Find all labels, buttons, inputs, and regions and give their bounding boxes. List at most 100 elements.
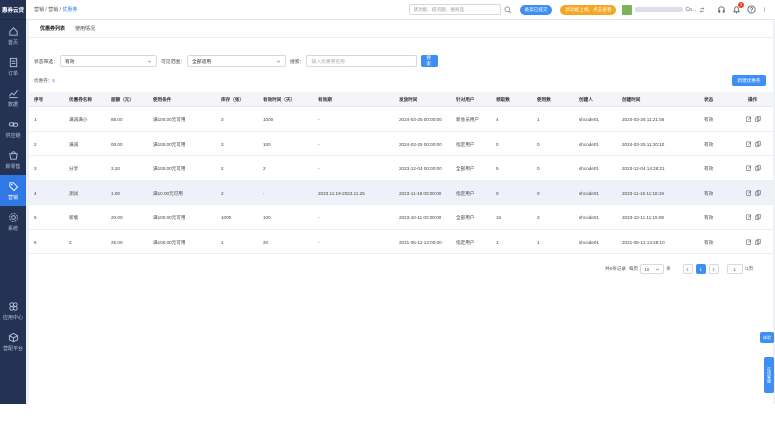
row-actions	[746, 189, 761, 196]
table-cell: 2	[263, 166, 266, 171]
global-search-input[interactable]: 请功能、提问题、搜商品	[408, 4, 501, 15]
row-actions	[746, 140, 761, 147]
table-cell: 全部用户	[456, 215, 475, 220]
tag-icon	[8, 181, 18, 191]
sidebar-item-retail[interactable]: 新零售	[0, 144, 26, 175]
table-cell: 100	[263, 215, 271, 220]
table-row[interactable]: 4 测试 1.00 满10.00元可用 2 - 2023.11.19-2023.11.25 2…	[29, 180, 773, 205]
table-cell: 满100.00元可用	[153, 215, 186, 220]
page-jump-input[interactable]: 1	[726, 264, 743, 274]
table-row[interactable]: 6 2 25.00 满100.00元可用 1 20 - 2021-05-12 12:00:00…	[29, 230, 773, 254]
table-header: 序号 优惠券名称 面额（元） 使用条件 库存（张） 有效时间（天） 有效期 发放时间 针对用户 领…	[29, 92, 773, 107]
copy-icon[interactable]	[755, 165, 761, 171]
table-row[interactable]: 3 分享 3.20 满100.00元可用 2 2 - 2023-12-04 00:00:00 全…	[29, 156, 773, 181]
sidebar: 惠券云贷 首页 订单 数据 供应链 新零售 营销 系统 应用中心 营配平台	[0, 0, 26, 404]
notification-button[interactable]: 3	[732, 2, 744, 14]
column-header: 使用条件	[153, 97, 172, 102]
table-cell: shcode01	[579, 190, 599, 196]
edit-icon[interactable]	[746, 116, 752, 122]
coupon-search-input[interactable]: 输入优惠券名称	[306, 55, 418, 67]
sidebar-item-link[interactable]: 供应链	[0, 113, 26, 144]
chevron-down-icon	[147, 60, 152, 63]
edit-icon[interactable]	[746, 190, 752, 196]
new-feature-pill[interactable]: 新功能上线，点击查看	[560, 4, 617, 15]
breadcrumb-item[interactable]: 营销	[48, 7, 58, 13]
scope-select[interactable]: 全部适用	[187, 55, 286, 67]
record-status-pill[interactable]: 备案已提交	[519, 4, 553, 15]
table-cell: 满100.00元可用	[153, 239, 186, 245]
copy-icon[interactable]	[755, 140, 761, 147]
search-button[interactable]: 搜索	[421, 55, 439, 67]
table-cell: 1000	[263, 117, 274, 122]
order-icon	[9, 57, 17, 67]
table-cell: 0	[537, 141, 540, 147]
edit-icon[interactable]	[746, 165, 752, 171]
table-cell: -	[318, 117, 320, 122]
table-cell: 分享	[69, 166, 79, 171]
copy-icon[interactable]	[755, 238, 761, 245]
tab-usage[interactable]: 使用情况	[70, 25, 100, 37]
copy-icon[interactable]	[755, 214, 761, 220]
table-cell: 2024-03-25 00:00:00	[399, 141, 442, 147]
per-page-select[interactable]: 10	[640, 264, 665, 274]
help-icon[interactable]	[747, 5, 756, 14]
table-cell: 100	[263, 141, 271, 147]
table-cell: 满100.00元可用	[153, 141, 186, 147]
sidebar-item-label: 供应链	[5, 132, 21, 139]
search-icon[interactable]	[504, 6, 512, 14]
tab-coupon-list[interactable]: 优惠券列表	[35, 25, 70, 37]
sidebar-item-tag[interactable]: 营销	[0, 175, 26, 206]
table-cell: 新会员用户	[456, 117, 479, 122]
retail-icon	[8, 150, 18, 160]
table-cell: 0	[537, 166, 540, 171]
table-cell: 5	[34, 215, 37, 220]
table-cell: 1	[496, 239, 499, 245]
column-header: 领取数	[496, 97, 510, 102]
copy-icon[interactable]	[755, 116, 761, 122]
table-cell: 有效	[704, 117, 714, 122]
status-select[interactable]: 有效	[60, 55, 157, 67]
experience-button[interactable]: 体验	[760, 332, 774, 343]
pagination: 共6条记录 每页 10 条 1 1 /1页	[605, 264, 753, 274]
table-cell: 满100.00元可用	[153, 117, 186, 122]
status-filter-label: 状态筛选：	[34, 59, 58, 65]
table-cell: 指定用户	[456, 239, 475, 245]
sidebar-item-order[interactable]: 订单	[0, 51, 26, 82]
sidebar-item-home[interactable]: 首页	[0, 20, 26, 51]
next-page-button[interactable]	[708, 264, 719, 274]
add-coupon-button[interactable]: 新建优惠券	[732, 75, 766, 86]
prev-page-button[interactable]	[682, 264, 693, 274]
sidebar-item-chart[interactable]: 数据	[0, 82, 26, 113]
table-cell: 3	[537, 215, 540, 220]
headset-icon[interactable]	[717, 5, 726, 14]
sidebar-item-gear[interactable]: 系统	[0, 206, 26, 237]
table-cell: shcode01	[579, 141, 599, 147]
sidebar-item-apps[interactable]: 应用中心	[0, 295, 26, 326]
breadcrumb-item[interactable]: 营销	[34, 7, 44, 13]
edit-icon[interactable]	[746, 239, 752, 245]
more-icon[interactable]	[762, 5, 767, 14]
sidebar-item-label: 数据	[7, 101, 18, 108]
table-cell: 2	[221, 190, 224, 196]
sidebar-item-label: 营销	[7, 194, 18, 201]
table-cell: 满减满小	[69, 117, 88, 122]
edit-icon[interactable]	[746, 214, 752, 220]
table-row[interactable]: 1 满减满小 88.00 满100.00元可用 3 1000 - 2024-03-25 00:…	[29, 107, 773, 132]
table-row[interactable]: 2 满减 00.00 满100.00元可用 3 100 - 2024-03-25 00:00:…	[29, 132, 773, 156]
online-service-button[interactable]: 在线客服	[764, 357, 774, 393]
table-cell: 2	[69, 239, 72, 245]
copy-icon[interactable]	[755, 189, 761, 196]
row-actions	[746, 165, 761, 171]
summary-label: 优惠券：	[34, 78, 53, 83]
table-cell: 2023-11-19 00:00:00	[399, 190, 442, 196]
coupon-summary: 优惠券：6	[34, 78, 55, 84]
user-menu[interactable]: Co...	[622, 4, 705, 15]
page-button-current[interactable]: 1	[695, 264, 706, 274]
table-row[interactable]: 5 新版 20.00 满100.00元可用 1000 100 - 2023-10-11 00:…	[29, 205, 773, 230]
per-page-label: 每页	[628, 266, 639, 271]
table-cell: 88.00	[111, 117, 123, 122]
edit-icon[interactable]	[746, 141, 752, 147]
sidebar-item-cube[interactable]: 营配平台	[0, 326, 26, 357]
table-cell: 4	[496, 117, 499, 122]
table-cell: 00.00	[111, 141, 123, 147]
